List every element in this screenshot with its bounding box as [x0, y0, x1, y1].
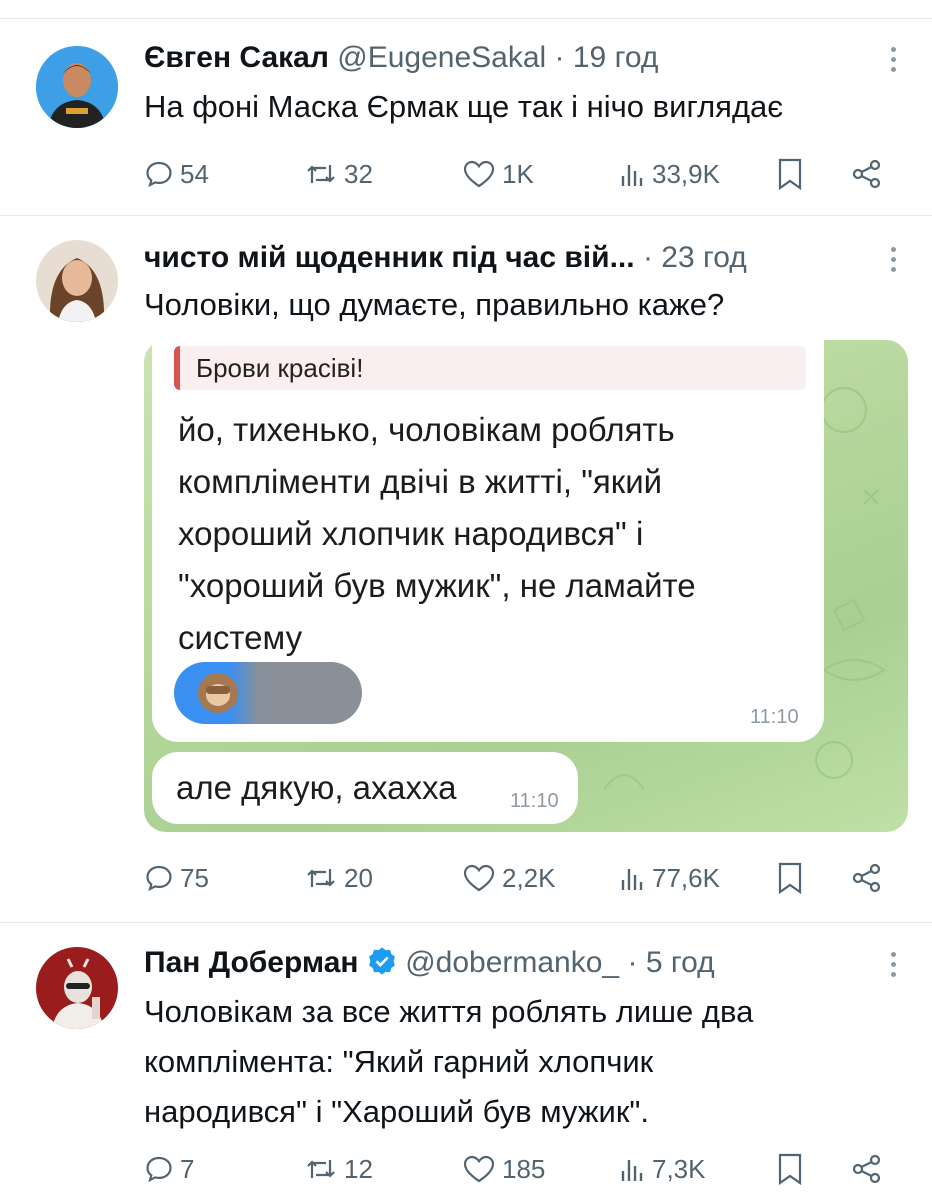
like-button[interactable]: 2,2K [462, 858, 556, 898]
more-options-icon[interactable] [890, 247, 898, 277]
tweet-text-line: народився" і "Хароший був мужик". [144, 1094, 650, 1129]
chat-message-text: йо, тихенько, чоловікам роблять компліме… [178, 404, 696, 664]
chat-line: компліменти двічі в житті, "який [178, 463, 663, 500]
retweet-icon [307, 165, 335, 183]
reply-count: 75 [180, 862, 209, 893]
like-count: 1K [502, 158, 534, 189]
retweet-count: 32 [344, 158, 373, 189]
verified-badge-icon [368, 947, 395, 975]
user-handle[interactable]: @EugeneSakal [337, 41, 546, 74]
display-name[interactable]: чисто мій щоденник під час вій... [144, 241, 635, 274]
separator-dot: · [642, 241, 653, 274]
chat-line: йо, тихенько, чоловікам роблять [178, 411, 675, 448]
bookmark-button[interactable] [776, 858, 804, 898]
retweet-count: 20 [344, 862, 373, 893]
heart-icon [463, 864, 495, 892]
tweet-3[interactable]: Пан Доберман @dobermanko_ · 5 год Чолові… [0, 923, 932, 1200]
reply-icon [146, 865, 172, 892]
views-icon [621, 869, 643, 890]
tweet-1[interactable]: Євген Сакал @EugeneSakal · 19 год На фон… [0, 0, 932, 215]
tweet-actions: 54 32 1K 33,9K [144, 154, 904, 194]
tweet-image-chat-screenshot[interactable]: Брови красіві! йо, тихенько, чоловікам р… [144, 340, 908, 832]
timestamp[interactable]: 19 год [573, 41, 659, 74]
reply-count: 7 [180, 1153, 195, 1184]
retweet-icon [307, 869, 335, 887]
tweet-text: На фоні Маска Єрмак ще так і нічо вигляд… [144, 89, 784, 124]
reply-button[interactable]: 75 [144, 858, 209, 898]
tweet-actions: 75 20 2,2K 77,6K [144, 858, 904, 898]
chat-message-bubble: Брови красіві! йо, тихенько, чоловікам р… [152, 340, 824, 742]
views-button[interactable]: 77,6K [620, 858, 720, 898]
avatar[interactable] [36, 240, 118, 322]
reply-button[interactable]: 54 [144, 154, 209, 194]
views-icon [621, 1160, 643, 1181]
views-icon [621, 165, 643, 186]
quoted-reply[interactable]: Брови красіві! [174, 346, 806, 390]
display-name[interactable]: Пан Доберман [144, 946, 359, 979]
like-button[interactable]: 185 [462, 1149, 545, 1189]
bookmark-icon [778, 862, 802, 895]
bookmark-button[interactable] [776, 1149, 804, 1189]
reply-icon [146, 1156, 172, 1183]
more-options-icon[interactable] [890, 47, 898, 77]
tweet-2[interactable]: чисто мій щоденник під час вій... · 23 г… [0, 216, 932, 922]
timestamp[interactable]: 23 год [661, 241, 747, 274]
timestamp[interactable]: 5 год [646, 946, 715, 979]
tweet-text-line: компліментa: "Який гарний хлопчик [144, 1044, 654, 1079]
tweet-actions: 7 12 185 7,3K [144, 1149, 904, 1189]
tweet-header: Євген Сакал @EugeneSakal · 19 год [144, 40, 658, 76]
chat-line: систему [178, 619, 303, 656]
retweet-button[interactable]: 20 [304, 858, 373, 898]
display-name[interactable]: Євген Сакал [144, 41, 329, 74]
like-count: 185 [502, 1153, 546, 1184]
tweet-header: чисто мій щоденник під час вій... · 23 г… [144, 240, 747, 276]
chat-second-bubble: але дякую, ахахха 11:10 [152, 752, 578, 824]
retweet-button[interactable]: 32 [304, 154, 373, 194]
tweet-text: Чоловікам за все життя роблять лише два … [144, 987, 753, 1137]
bookmark-button[interactable] [776, 154, 804, 194]
separator-dot: · [627, 946, 638, 979]
avatar[interactable] [36, 947, 118, 1029]
retweet-icon [307, 1160, 335, 1178]
share-button[interactable] [850, 1149, 884, 1189]
tweet-text-line: Чоловікам за все життя роблять лише два [144, 994, 754, 1029]
like-count: 2,2K [502, 862, 556, 893]
tweet-header: Пан Доберман @dobermanko_ · 5 год [144, 945, 715, 981]
chat-second-text: але дякую, ахахха [176, 769, 457, 806]
user-handle[interactable]: @dobermanko_ [405, 946, 619, 979]
message-time: 11:10 [750, 706, 799, 728]
views-count: 7,3K [652, 1153, 706, 1184]
views-button[interactable]: 33,9K [620, 154, 720, 194]
bookmark-icon [778, 158, 802, 191]
heart-icon [463, 160, 495, 188]
views-count: 77,6K [652, 862, 720, 893]
chat-line: "хороший був мужик", не ламайте [178, 567, 696, 604]
see-no-evil-monkey-icon [198, 673, 238, 713]
like-button[interactable]: 1K [462, 154, 534, 194]
retweet-button[interactable]: 12 [304, 1149, 373, 1189]
share-icon [852, 863, 881, 893]
reply-button[interactable]: 7 [144, 1149, 194, 1189]
bookmark-icon [778, 1153, 802, 1186]
share-button[interactable] [850, 858, 884, 898]
share-icon [852, 1154, 881, 1184]
share-icon [852, 159, 881, 189]
share-button[interactable] [850, 154, 884, 194]
tweet-text: Чоловіки, що думаєте, правильно каже? [144, 287, 725, 322]
views-button[interactable]: 7,3K [620, 1149, 706, 1189]
more-options-icon[interactable] [890, 952, 898, 982]
reply-icon [146, 161, 172, 188]
reply-count: 54 [180, 158, 209, 189]
heart-icon [463, 1155, 495, 1183]
retweet-count: 12 [344, 1153, 373, 1184]
message-time: 11:10 [510, 790, 559, 812]
avatar[interactable] [36, 46, 118, 128]
views-count: 33,9K [652, 158, 720, 189]
separator-dot: · [554, 41, 565, 74]
chat-line: хороший хлопчик народився" і [178, 515, 644, 552]
